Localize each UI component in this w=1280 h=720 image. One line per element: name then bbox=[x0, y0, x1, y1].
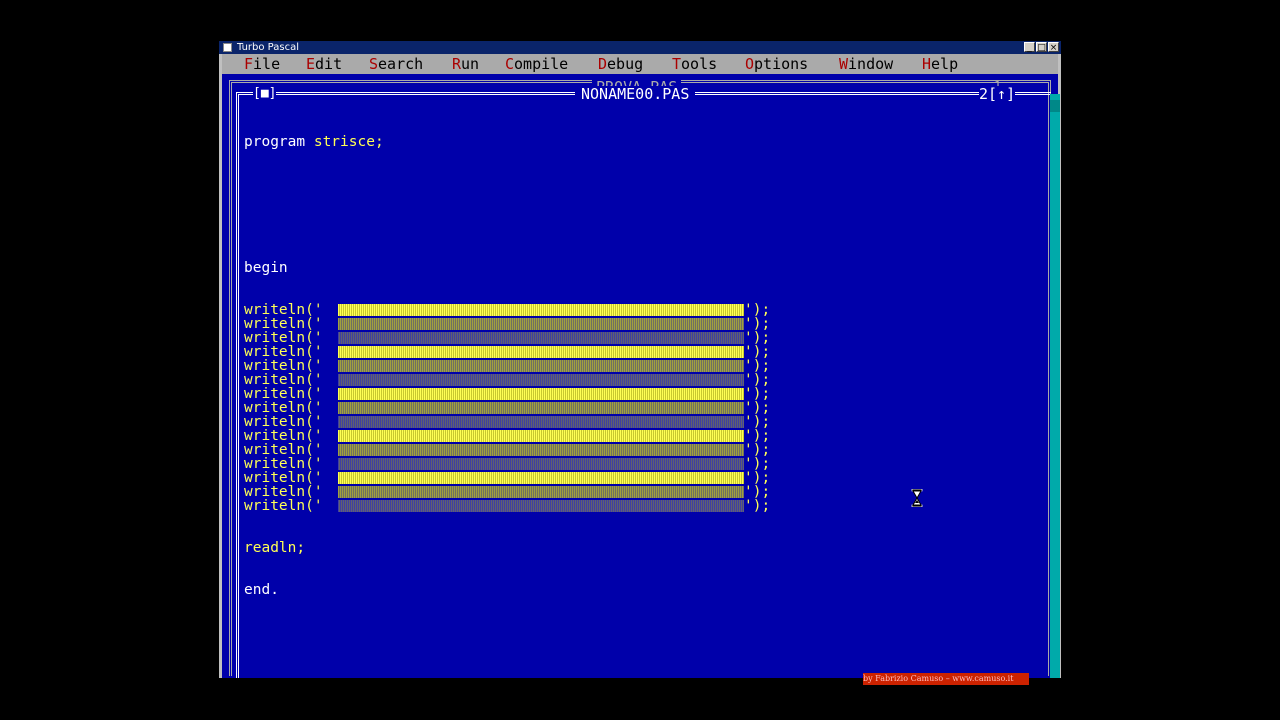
app-icon bbox=[223, 43, 232, 52]
code-line-writeln: writeln(' '); bbox=[244, 372, 771, 388]
stripe-string-bright bbox=[338, 430, 744, 442]
editor-window-number-zoom[interactable]: 2[↑] bbox=[979, 86, 1016, 102]
code-editor-text[interactable]: program strisce; begin writeln(' '); write… bbox=[244, 107, 771, 625]
menu-compile[interactable]: Compile bbox=[505, 54, 568, 74]
stripe-string-dark bbox=[338, 374, 744, 386]
close-button[interactable]: × bbox=[1048, 42, 1059, 53]
editor-close-box[interactable]: [■] bbox=[253, 86, 277, 102]
code-line-writeln: writeln(' '); bbox=[244, 400, 771, 416]
code-line-begin: begin bbox=[244, 260, 288, 276]
menu-run[interactable]: Run bbox=[452, 54, 479, 74]
code-line-writeln: writeln(' '); bbox=[244, 344, 771, 360]
editor-window-title: NONAME00.PAS bbox=[575, 86, 696, 102]
code-line-readln: readln; bbox=[244, 540, 306, 556]
code-line-writeln: writeln(' '); bbox=[244, 302, 771, 318]
window-title: Turbo Pascal bbox=[237, 42, 300, 53]
minimize-button[interactable]: _ bbox=[1024, 42, 1035, 53]
menu-search[interactable]: Search bbox=[369, 54, 423, 74]
stripe-string-dark bbox=[338, 416, 744, 428]
code-line-writeln: writeln(' '); bbox=[244, 484, 771, 500]
stripe-string-dark bbox=[338, 458, 744, 470]
code-line-writeln: writeln(' '); bbox=[244, 386, 771, 402]
code-line-program: program strisce; bbox=[244, 134, 384, 150]
stripe-string-bright bbox=[338, 388, 744, 400]
stripe-string-dark bbox=[338, 332, 744, 344]
maximize-button[interactable]: □ bbox=[1036, 42, 1047, 53]
code-line-writeln: writeln(' '); bbox=[244, 456, 771, 472]
code-line-writeln: writeln(' '); bbox=[244, 414, 771, 430]
menu-debug[interactable]: Debug bbox=[598, 54, 643, 74]
stripe-string-mid bbox=[338, 402, 744, 414]
menu-window[interactable]: Window bbox=[839, 54, 893, 74]
menu-file[interactable]: File bbox=[244, 54, 280, 74]
menu-tools[interactable]: Tools bbox=[672, 54, 717, 74]
stripe-string-mid bbox=[338, 360, 744, 372]
credit-watermark: by Fabrizio Camuso – www.camuso.it bbox=[863, 673, 1029, 685]
desktop: PROVA.PAS 1 [■] NONAME00.PAS 2[↑] progra… bbox=[222, 74, 1060, 678]
code-line-writeln: writeln(' '); bbox=[244, 428, 771, 444]
code-line-end: end. bbox=[244, 582, 279, 598]
code-line-writeln: writeln(' '); bbox=[244, 316, 771, 332]
code-line-writeln: writeln(' '); bbox=[244, 498, 771, 514]
stripe-string-mid bbox=[338, 486, 744, 498]
code-line-writeln: writeln(' '); bbox=[244, 442, 771, 458]
stripe-string-mid bbox=[338, 318, 744, 330]
vertical-scrollbar[interactable] bbox=[1050, 94, 1060, 678]
menu-help[interactable]: Help bbox=[922, 54, 958, 74]
stripe-string-bright bbox=[338, 472, 744, 484]
menu-edit[interactable]: Edit bbox=[306, 54, 342, 74]
stripe-string-bright bbox=[338, 304, 744, 316]
scrollbar-thumb[interactable] bbox=[1050, 100, 1060, 112]
turbo-pascal-window: Turbo Pascal _ □ × File Edit Search Run … bbox=[219, 41, 1061, 678]
hourglass-cursor-icon bbox=[911, 489, 923, 507]
code-line-writeln: writeln(' '); bbox=[244, 330, 771, 346]
code-line-writeln: writeln(' '); bbox=[244, 358, 771, 374]
menu-bar: File Edit Search Run Compile Debug Tools… bbox=[222, 54, 1058, 74]
code-line-writeln: writeln(' '); bbox=[244, 470, 771, 486]
stripe-string-bright bbox=[338, 346, 744, 358]
title-bar[interactable]: Turbo Pascal _ □ × bbox=[219, 41, 1061, 54]
stripe-string-mid bbox=[338, 444, 744, 456]
stripe-string-dark bbox=[338, 500, 744, 512]
menu-options[interactable]: Options bbox=[745, 54, 808, 74]
